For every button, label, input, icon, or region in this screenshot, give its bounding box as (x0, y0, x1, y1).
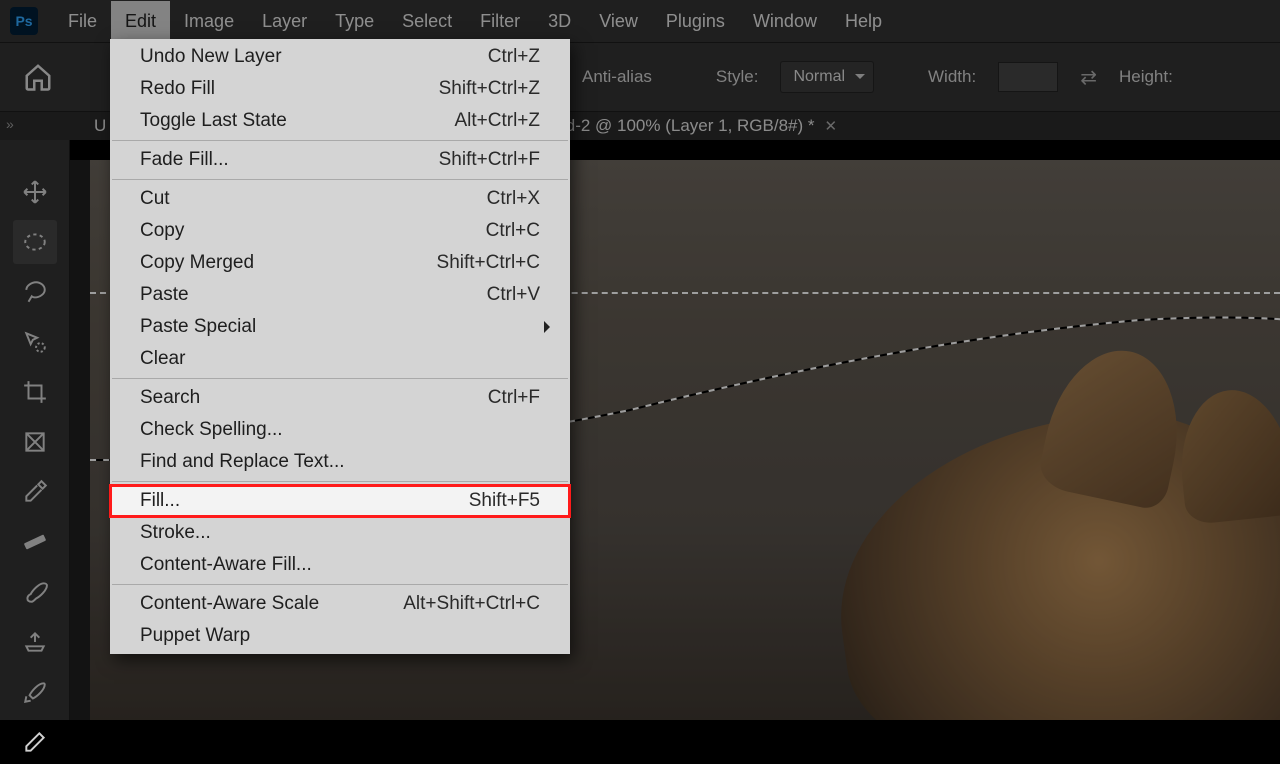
menu-item-undo-new-layer[interactable]: Undo New Layer Ctrl+Z (110, 41, 570, 73)
menu-item-cut[interactable]: Cut Ctrl+X (110, 183, 570, 215)
history-brush-tool[interactable] (13, 670, 57, 714)
menu-item-clear[interactable]: Clear (110, 343, 570, 375)
menu-3d[interactable]: 3D (534, 1, 585, 42)
menu-file[interactable]: File (54, 1, 111, 42)
menu-item-label: Cut (140, 188, 170, 210)
menu-filter[interactable]: Filter (466, 1, 534, 42)
menu-item-shortcut: Ctrl+V (487, 284, 540, 306)
elliptical-marquee-tool[interactable] (13, 220, 57, 264)
menu-item-label: Paste (140, 284, 189, 306)
menu-view[interactable]: View (585, 1, 652, 42)
menu-bar: Ps FileEditImageLayerTypeSelectFilter3DV… (0, 0, 1280, 42)
clone-stamp-tool[interactable] (13, 620, 57, 664)
menu-item-stroke[interactable]: Stroke... (110, 517, 570, 549)
menu-item-label: Content-Aware Scale (140, 593, 319, 615)
quick-selection-tool[interactable] (13, 320, 57, 364)
menu-item-shortcut: Shift+Ctrl+C (437, 252, 540, 274)
style-label: Style: (716, 67, 759, 87)
menu-item-shortcut: Alt+Ctrl+Z (454, 110, 540, 132)
home-button[interactable] (18, 57, 58, 97)
height-label: Height: (1119, 67, 1173, 87)
menu-item-content-aware-fill[interactable]: Content-Aware Fill... (110, 549, 570, 581)
menu-item-label: Find and Replace Text... (140, 451, 345, 473)
menu-item-label: Paste Special (140, 316, 256, 338)
menu-item-fill[interactable]: Fill... Shift+F5 (110, 485, 570, 517)
menu-item-label: Puppet Warp (140, 625, 250, 647)
menu-item-content-aware-scale[interactable]: Content-Aware Scale Alt+Shift+Ctrl+C (110, 588, 570, 620)
menu-item-label: Toggle Last State (140, 110, 287, 132)
edit-menu-dropdown: Undo New Layer Ctrl+Z Redo Fill Shift+Ctrl+… (110, 39, 570, 654)
menu-item-label: Fill... (140, 490, 180, 512)
menu-separator (112, 481, 568, 482)
menu-item-copy-merged[interactable]: Copy Merged Shift+Ctrl+C (110, 247, 570, 279)
menu-item-paste-special[interactable]: Paste Special (110, 311, 570, 343)
style-dropdown[interactable]: Normal (780, 61, 874, 93)
width-input[interactable] (998, 62, 1058, 92)
menu-item-label: Redo Fill (140, 78, 215, 100)
menu-item-label: Copy (140, 220, 184, 242)
lasso-tool[interactable] (13, 270, 57, 314)
document-title-prefix: U (94, 116, 106, 136)
menu-plugins[interactable]: Plugins (652, 1, 739, 42)
menu-item-shortcut: Shift+Ctrl+Z (439, 78, 540, 100)
width-label: Width: (928, 67, 976, 87)
crop-tool[interactable] (13, 370, 57, 414)
anti-alias-label: Anti-alias (582, 67, 652, 87)
menu-item-label: Clear (140, 348, 185, 370)
menu-separator (112, 584, 568, 585)
menu-item-shortcut: Ctrl+Z (488, 46, 540, 68)
menu-layer[interactable]: Layer (248, 1, 321, 42)
menu-item-find-and-replace-text[interactable]: Find and Replace Text... (110, 446, 570, 478)
menu-item-shortcut: Ctrl+F (488, 387, 540, 409)
menu-item-redo-fill[interactable]: Redo Fill Shift+Ctrl+Z (110, 73, 570, 105)
move-tool[interactable] (13, 170, 57, 214)
swap-dimensions-icon[interactable]: ⇄ (1080, 65, 1097, 90)
panel-toggle-icon[interactable]: » (6, 116, 14, 132)
eyedropper-tool[interactable] (13, 470, 57, 514)
menu-item-shortcut: Ctrl+X (487, 188, 540, 210)
close-tab-icon[interactable]: ✕ (825, 117, 838, 135)
frame-tool[interactable] (13, 420, 57, 464)
app-logo-icon: Ps (10, 7, 38, 35)
menu-select[interactable]: Select (388, 1, 466, 42)
menu-item-label: Fade Fill... (140, 149, 229, 171)
menu-item-shortcut: Shift+F5 (469, 490, 540, 512)
menu-help[interactable]: Help (831, 1, 896, 42)
menu-item-label: Check Spelling... (140, 419, 283, 441)
menu-type[interactable]: Type (321, 1, 388, 42)
menu-item-shortcut: Alt+Shift+Ctrl+C (403, 593, 540, 615)
menu-item-label: Stroke... (140, 522, 211, 544)
menu-item-copy[interactable]: Copy Ctrl+C (110, 215, 570, 247)
tools-panel (0, 140, 70, 720)
menu-item-label: Copy Merged (140, 252, 254, 274)
menu-separator (112, 140, 568, 141)
menu-item-label: Undo New Layer (140, 46, 282, 68)
document-title-suffix: ed-2 @ 100% (Layer 1, RGB/8#) * (556, 116, 814, 136)
menu-separator (112, 179, 568, 180)
menu-item-fade-fill[interactable]: Fade Fill... Shift+Ctrl+F (110, 144, 570, 176)
menu-item-check-spelling[interactable]: Check Spelling... (110, 414, 570, 446)
ruler-tool[interactable] (13, 520, 57, 564)
menu-separator (112, 378, 568, 379)
brush-tool[interactable] (13, 570, 57, 614)
menu-item-paste[interactable]: Paste Ctrl+V (110, 279, 570, 311)
menu-item-label: Search (140, 387, 200, 409)
menu-item-label: Content-Aware Fill... (140, 554, 312, 576)
menu-item-toggle-last-state[interactable]: Toggle Last State Alt+Ctrl+Z (110, 105, 570, 137)
menu-image[interactable]: Image (170, 1, 248, 42)
menu-window[interactable]: Window (739, 1, 831, 42)
menu-item-puppet-warp[interactable]: Puppet Warp (110, 620, 570, 652)
menu-item-shortcut: Ctrl+C (486, 220, 540, 242)
menu-edit[interactable]: Edit (111, 1, 170, 42)
menu-item-shortcut: Shift+Ctrl+F (439, 149, 540, 171)
menu-item-search[interactable]: Search Ctrl+F (110, 382, 570, 414)
eraser-tool[interactable] (13, 720, 57, 764)
